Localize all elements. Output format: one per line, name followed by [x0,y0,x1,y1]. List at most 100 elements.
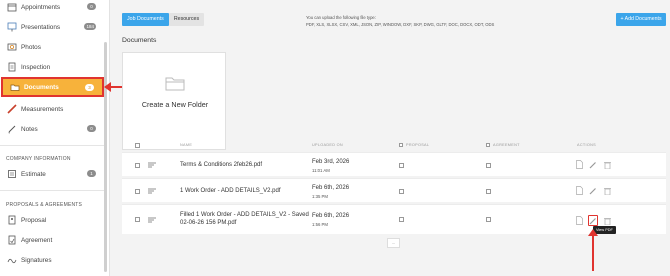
upload-time: 11:01 AM [312,168,330,173]
drag-menu-icon[interactable] [148,162,156,170]
sidebar-item-inspection[interactable]: Inspection [0,57,104,77]
pdf-file-icon[interactable] [574,185,584,196]
sidebar-item-appointments[interactable]: Appointments 0 [0,0,104,17]
photo-icon [6,41,18,53]
agreement-checkbox[interactable] [486,163,491,168]
add-documents-button[interactable]: + Add Documents [616,13,666,26]
presentation-icon [6,21,18,33]
agreement-icon [6,234,18,246]
upload-date: Feb 6th, 2026 [312,213,350,219]
count-badge: 0 [87,3,96,10]
proposal-header-checkbox[interactable] [399,143,403,147]
upload-note-types: PDF, XLS, XLSX, CSV, XML, JSON, ZIP, WIN… [306,22,495,27]
section-heading-company: COMPANY INFORMATION [6,156,71,162]
document-name[interactable]: 1 Work Order - ADD DETAILS_V2.pdf [180,188,280,196]
sidebar-item-estimate[interactable]: Estimate 1 [0,164,104,184]
sidebar-item-label: Signatures [21,256,52,264]
divider [0,190,104,191]
edit-pencil-icon[interactable] [588,159,598,170]
proposal-checkbox[interactable] [399,217,404,222]
sidebar-item-agreement[interactable]: Agreement [0,230,104,250]
annotation-arrow-up [588,229,598,271]
select-all-checkbox[interactable] [135,143,140,148]
folder-icon [9,81,21,93]
tab-job-documents[interactable]: Job Documents [122,13,169,26]
note-icon [6,123,18,135]
sidebar-item-photos[interactable]: Photos [0,37,104,57]
column-header-name: NAME [180,143,193,147]
create-folder-card[interactable]: Create a New Folder [122,52,226,150]
sidebar-item-measurements[interactable]: Measurements [0,99,104,119]
count-badge: 0 [87,125,96,132]
table-row: 1 Work Order - ADD DETAILS_V2.pdf Feb 6t… [122,178,666,202]
edit-pencil-icon[interactable] [588,185,598,196]
column-header-actions: ACTIONS [577,143,596,147]
sidebar-item-label: Inspection [21,63,51,71]
proposal-checkbox[interactable] [399,189,404,194]
sidebar: Appointments 0 Presentations 184 Photos … [0,0,110,276]
count-badge: 3 [85,84,94,91]
row-actions [574,159,612,170]
upload-file-types-note: You can upload the following file type: … [306,14,494,28]
drag-menu-icon[interactable] [148,188,156,196]
signature-icon [6,254,18,266]
document-name[interactable]: Terms & Conditions 2feb26.pdf [180,162,262,170]
sidebar-item-label: Presentations [21,23,61,31]
sidebar-item-proposal[interactable]: Proposal [0,210,104,230]
row-checkbox[interactable] [135,189,140,194]
drag-menu-icon[interactable] [148,217,156,225]
row-actions [574,185,612,196]
count-badge: 1 [87,170,96,177]
trash-icon[interactable] [602,215,612,226]
upload-time: 1:56 PM [312,222,329,227]
agreement-checkbox[interactable] [486,189,491,194]
pdf-file-icon[interactable] [574,159,584,170]
sidebar-item-label: Estimate [21,170,46,178]
calendar-icon [6,1,18,13]
proposal-icon [6,214,18,226]
row-checkbox[interactable] [135,217,140,222]
column-header-uploaded: UPLOADED ON [312,143,343,147]
pdf-file-icon[interactable] [574,215,584,226]
document-tabs: Job Documents Resources [122,13,205,26]
agreement-checkbox[interactable] [486,217,491,222]
sidebar-item-documents[interactable]: Documents 3 [1,77,104,97]
row-checkbox[interactable] [135,163,140,168]
sidebar-item-label: Notes [21,125,38,133]
column-header-agreement: AGREEMENT [493,143,520,147]
tab-resources[interactable]: Resources [168,13,205,26]
document-name-line: Filled 1 Work Order - ADD DETAILS_V2 - S… [180,212,309,218]
checklist-icon [6,61,18,73]
upload-note-heading: You can upload the following file type: [306,15,376,20]
sidebar-item-label: Documents [24,83,59,91]
sidebar-scrollbar[interactable] [104,42,107,272]
trash-icon[interactable] [602,159,612,170]
pagination-button[interactable]: ... [387,238,400,248]
sidebar-item-notes[interactable]: Notes 0 [0,119,104,139]
agreement-header-checkbox[interactable] [486,143,490,147]
sidebar-item-label: Appointments [21,3,61,11]
ruler-icon [6,103,18,115]
table-row: Terms & Conditions 2feb26.pdf Feb 3rd, 2… [122,152,666,176]
upload-date: Feb 3rd, 2026 [312,159,350,165]
upload-date: Feb 6th, 2026 [312,185,350,191]
documents-table: NAME UPLOADED ON PROPOSAL AGREEMENT ACTI… [122,138,666,236]
view-pdf-icon[interactable] [588,215,598,226]
create-folder-label: Create a New Folder [141,100,209,109]
divider [0,145,104,146]
trash-icon[interactable] [602,185,612,196]
document-name[interactable]: Filled 1 Work Order - ADD DETAILS_V2 - S… [180,212,309,227]
table-header: NAME UPLOADED ON PROPOSAL AGREEMENT ACTI… [122,138,666,152]
document-name-line: 02-06-26 156 PM.pdf [180,219,237,226]
row-actions [574,215,612,226]
table-row: Filled 1 Work Order - ADD DETAILS_V2 - S… [122,204,666,234]
estimate-icon [6,168,18,180]
section-heading-proposals: PROPOSALS & AGREEMENTS [6,202,83,208]
sidebar-item-signatures[interactable]: Signatures [0,250,104,270]
proposal-checkbox[interactable] [399,163,404,168]
sidebar-item-presentations[interactable]: Presentations 184 [0,17,104,37]
page-title: Documents [122,37,157,44]
sidebar-item-label: Agreement [21,236,53,244]
folder-icon [165,75,185,93]
sidebar-item-label: Proposal [21,216,47,224]
